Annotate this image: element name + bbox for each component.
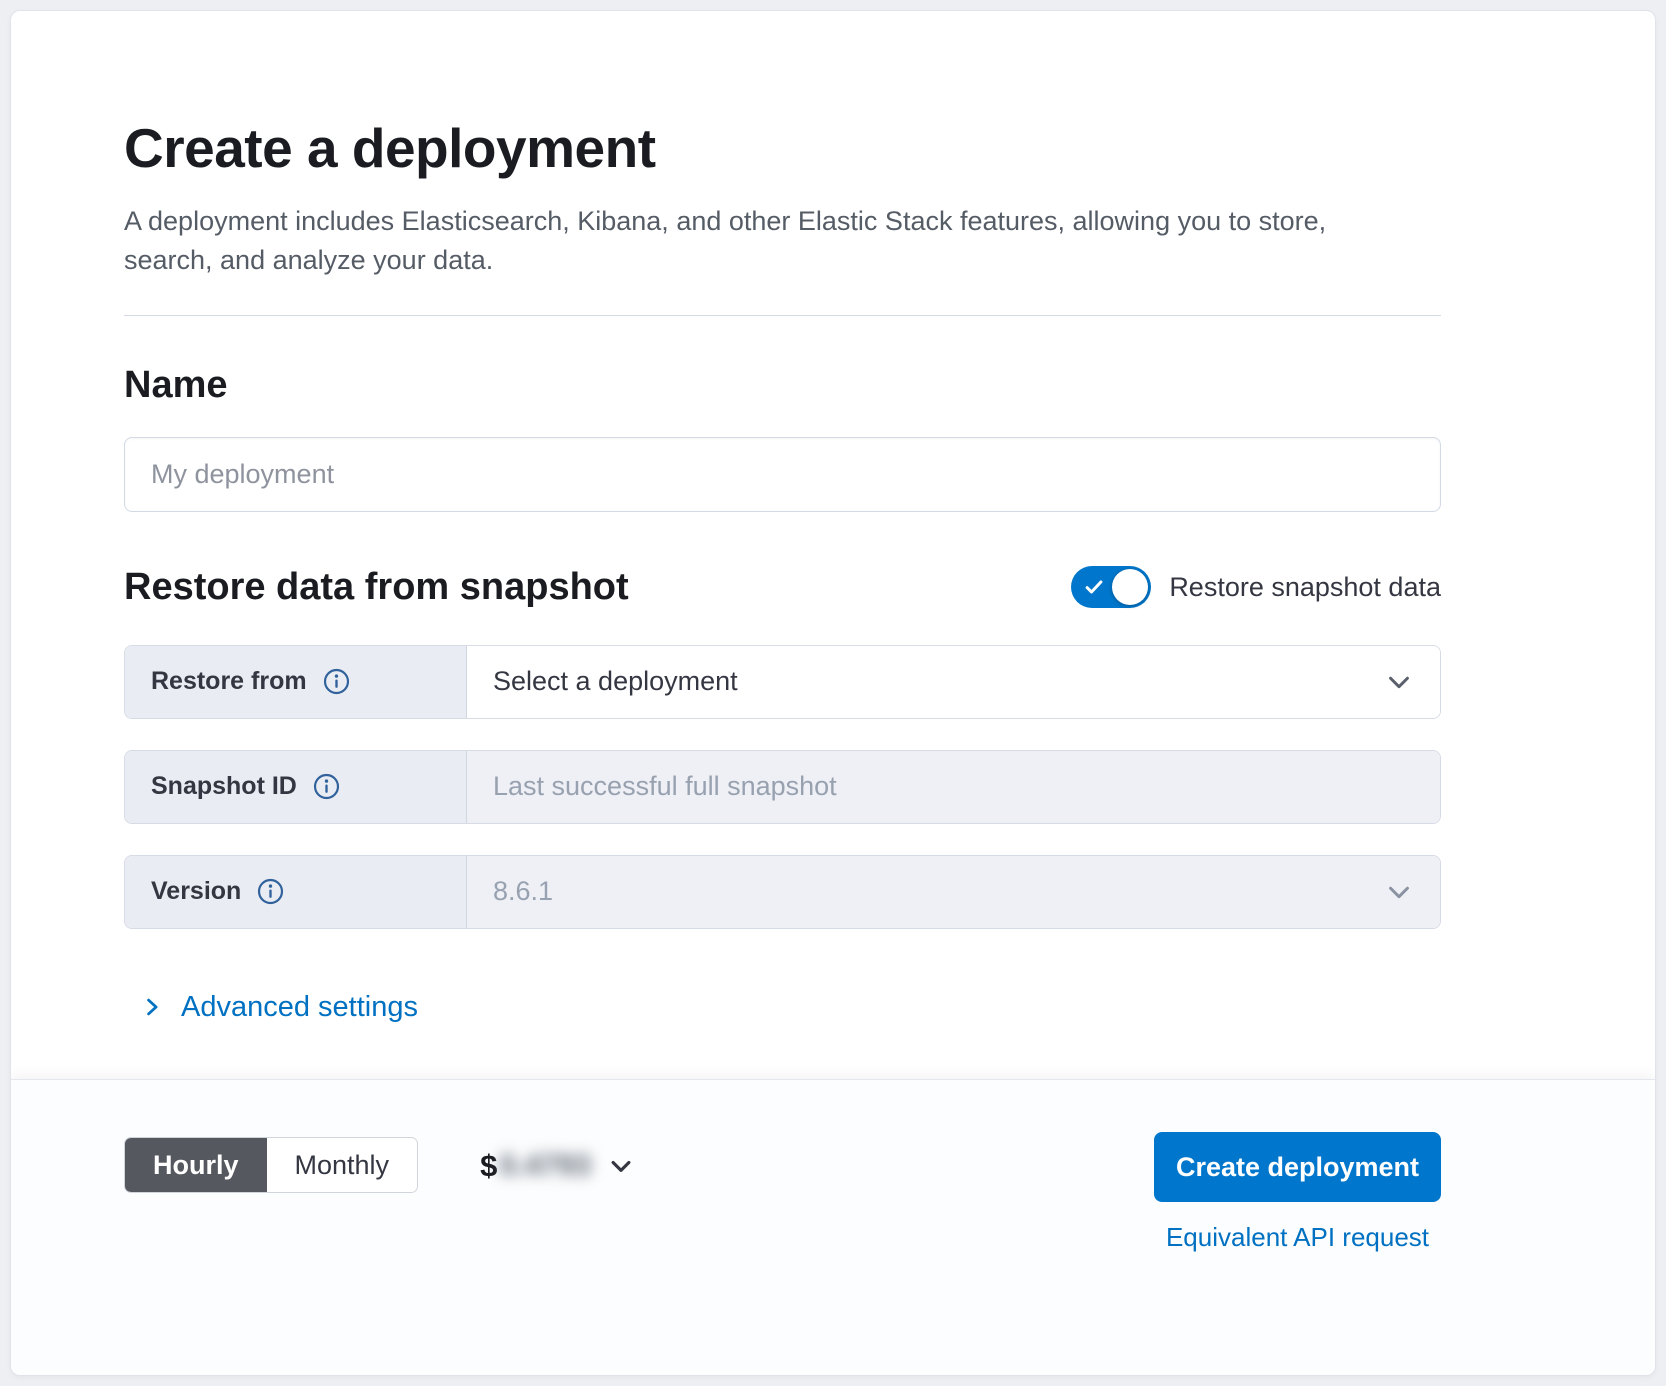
main-content: Create a deployment A deployment include… bbox=[11, 11, 1655, 1024]
snapshot-form-rows: Restore from Select a deployment Snapsho… bbox=[124, 645, 1441, 929]
restore-from-select[interactable]: Select a deployment bbox=[467, 646, 1440, 718]
actions-area: Create deployment Equivalent API request bbox=[1154, 1132, 1441, 1253]
version-value: 8.6.1 bbox=[493, 876, 553, 907]
page-title: Create a deployment bbox=[124, 117, 1441, 180]
advanced-settings-link[interactable]: Advanced settings bbox=[141, 991, 418, 1024]
info-icon[interactable] bbox=[313, 773, 340, 800]
info-icon[interactable] bbox=[323, 668, 350, 695]
version-label-cell: Version bbox=[125, 856, 467, 928]
chevron-down-icon bbox=[1384, 667, 1414, 697]
price-currency: $ bbox=[480, 1148, 497, 1184]
toggle-knob bbox=[1112, 569, 1148, 605]
toggle-label: Restore snapshot data bbox=[1169, 572, 1441, 603]
snapshot-id-row: Snapshot ID Last successful full snapsho… bbox=[124, 750, 1441, 824]
billing-monthly-button[interactable]: Monthly bbox=[267, 1138, 418, 1192]
create-deployment-button[interactable]: Create deployment bbox=[1154, 1132, 1441, 1202]
deployment-name-input[interactable] bbox=[124, 437, 1441, 512]
restore-from-label: Restore from bbox=[151, 667, 307, 696]
equivalent-api-request-link[interactable]: Equivalent API request bbox=[1166, 1222, 1429, 1253]
restore-snapshot-toggle[interactable] bbox=[1071, 566, 1151, 608]
restore-snapshot-toggle-group: Restore snapshot data bbox=[1071, 566, 1441, 608]
restore-from-row: Restore from Select a deployment bbox=[124, 645, 1441, 719]
divider bbox=[124, 315, 1441, 316]
restore-from-value: Select a deployment bbox=[493, 666, 738, 697]
info-icon[interactable] bbox=[257, 878, 284, 905]
check-icon bbox=[1084, 577, 1104, 597]
snapshot-id-placeholder: Last successful full snapshot bbox=[493, 771, 837, 802]
price-amount-blurred: 0.4793 bbox=[499, 1149, 591, 1183]
bottom-bar: Hourly Monthly $ 0.4793 Create deploymen… bbox=[11, 1079, 1655, 1375]
restore-from-label-cell: Restore from bbox=[125, 646, 467, 718]
billing-area: Hourly Monthly $ 0.4793 bbox=[124, 1132, 635, 1193]
chevron-right-icon bbox=[141, 996, 163, 1018]
chevron-down-icon bbox=[1384, 877, 1414, 907]
snapshot-id-label-cell: Snapshot ID bbox=[125, 751, 467, 823]
price-dropdown[interactable]: $ 0.4793 bbox=[480, 1148, 635, 1184]
snapshot-id-label: Snapshot ID bbox=[151, 772, 297, 801]
snapshot-section-header: Restore data from snapshot Restore snaps… bbox=[124, 566, 1441, 609]
version-select: 8.6.1 bbox=[467, 856, 1440, 928]
billing-interval-group: Hourly Monthly bbox=[124, 1137, 418, 1193]
version-label: Version bbox=[151, 877, 241, 906]
billing-hourly-button[interactable]: Hourly bbox=[125, 1138, 267, 1192]
snapshot-section-heading: Restore data from snapshot bbox=[124, 566, 629, 609]
page-subtitle: A deployment includes Elasticsearch, Kib… bbox=[124, 202, 1404, 280]
chevron-down-icon bbox=[607, 1152, 635, 1180]
name-section-heading: Name bbox=[124, 364, 1441, 407]
snapshot-id-input: Last successful full snapshot bbox=[467, 751, 1440, 823]
create-deployment-panel: Create a deployment A deployment include… bbox=[10, 10, 1656, 1376]
advanced-settings-label: Advanced settings bbox=[181, 991, 418, 1024]
version-row: Version 8.6.1 bbox=[124, 855, 1441, 929]
